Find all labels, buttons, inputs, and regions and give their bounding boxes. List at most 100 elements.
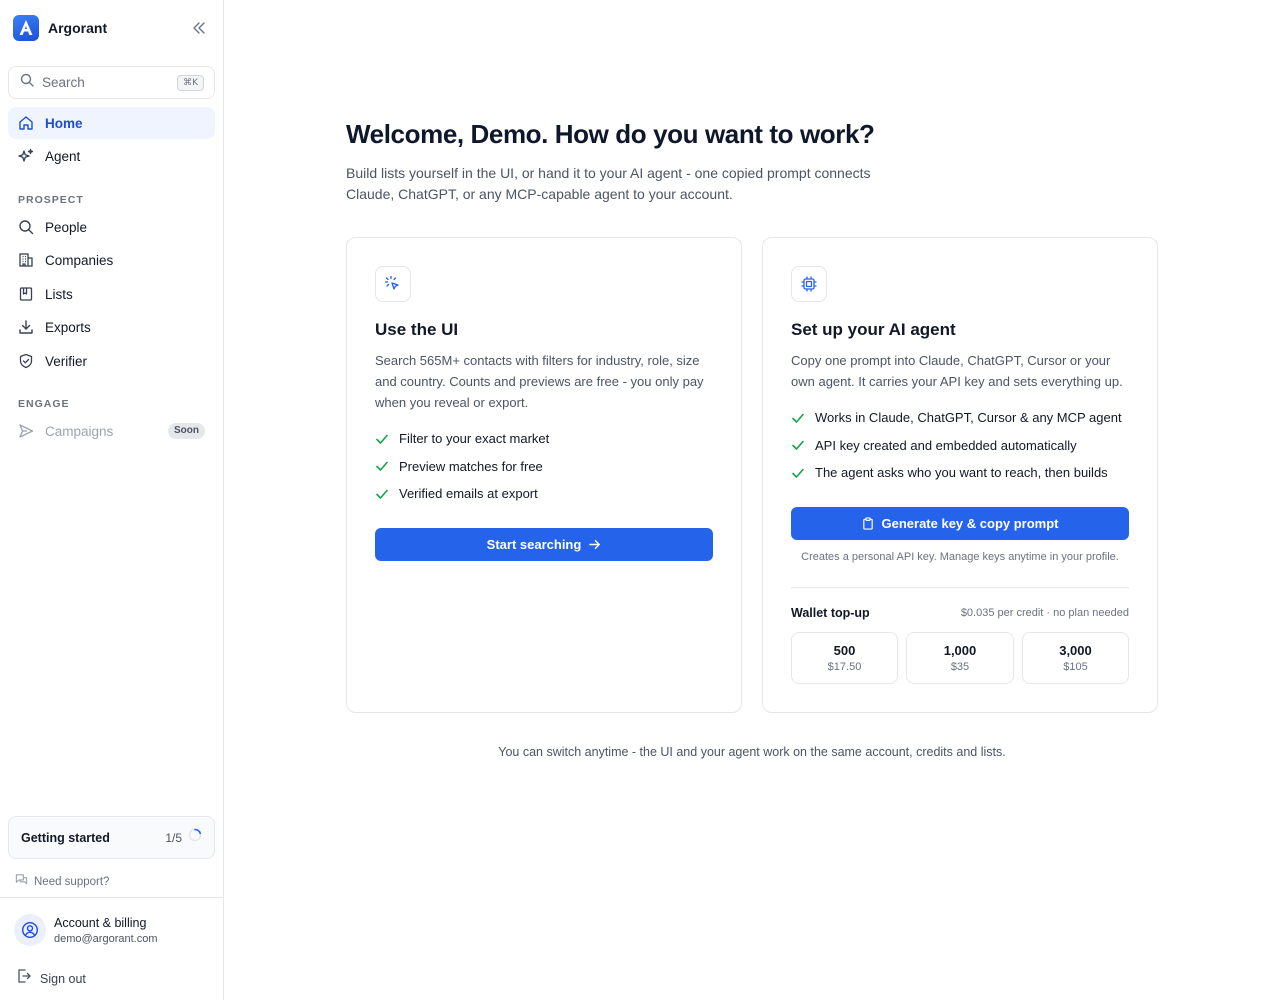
list-item: The agent asks who you want to reach, th… [791, 459, 1122, 487]
section-label-prospect: PROSPECT [18, 194, 84, 206]
sidebar-divider [0, 897, 223, 898]
card-title: Set up your AI agent [791, 320, 956, 339]
card-description: Search 565M+ contacts with filters for i… [375, 353, 704, 410]
clipboard-icon [862, 517, 874, 530]
search-input[interactable]: Search ⌘K [8, 66, 215, 99]
card-description: Copy one prompt into Claude, ChatGPT, Cu… [791, 353, 1123, 389]
search-icon [18, 219, 34, 235]
sidebar-item-home[interactable]: Home [8, 107, 215, 139]
app-name: Argorant [48, 20, 108, 36]
building-icon [18, 252, 34, 268]
getting-started-widget[interactable]: Getting started 1/5 [8, 816, 215, 859]
divider [791, 587, 1129, 588]
check-icon [375, 487, 389, 501]
sidebar-item-label: People [45, 219, 88, 235]
footer-note: You can switch anytime - the UI and your… [498, 745, 1006, 759]
check-icon [791, 411, 805, 425]
argorant-logo-icon [13, 15, 39, 41]
getting-started-title: Getting started [21, 830, 110, 845]
sidebar-item-verifier[interactable]: Verifier [8, 345, 215, 377]
sidebar-item-label: Lists [45, 286, 73, 302]
list-item: Works in Claude, ChatGPT, Cursor & any M… [791, 404, 1122, 432]
avatar [14, 914, 46, 946]
page-title: Welcome, Demo. How do you want to work? [346, 119, 875, 149]
download-icon [18, 319, 34, 335]
section-label-engage: ENGAGE [18, 398, 70, 410]
list-item: Verified emails at export [375, 480, 549, 508]
sidebar-item-people[interactable]: People [8, 211, 215, 243]
topup-option-500[interactable]: 500 $17.50 [791, 632, 898, 684]
account-billing-link[interactable]: Account & billing demo@argorant.com [14, 914, 158, 946]
list-item: API key created and embedded automatical… [791, 432, 1122, 460]
support-link[interactable]: Need support? [15, 873, 109, 891]
button-label: Generate key & copy prompt [881, 516, 1059, 531]
topup-credits: 500 [833, 643, 856, 658]
sign-out-icon [16, 968, 32, 989]
list-item: Filter to your exact market [375, 425, 549, 453]
feature-list: Filter to your exact market Preview matc… [375, 425, 549, 508]
sidebar-item-companies[interactable]: Companies [8, 244, 215, 276]
helper-text: Creates a personal API key. Manage keys … [801, 551, 1119, 563]
home-icon [18, 115, 34, 131]
feature-text: API key created and embedded automatical… [815, 437, 1077, 453]
search-icon [20, 73, 34, 92]
check-icon [791, 466, 805, 480]
topup-price: $105 [1063, 661, 1088, 673]
sidebar-item-label: Home [45, 115, 83, 131]
send-icon [18, 423, 34, 439]
list-item: Preview matches for free [375, 453, 549, 481]
generate-key-button[interactable]: Generate key & copy prompt [791, 507, 1129, 540]
account-title: Account & billing [54, 915, 147, 930]
sign-out-button[interactable]: Sign out [16, 968, 86, 989]
collapse-sidebar-icon[interactable] [190, 19, 208, 37]
sign-out-label: Sign out [40, 971, 86, 986]
progress-ring-icon [188, 828, 202, 847]
start-searching-button[interactable]: Start searching [375, 528, 713, 561]
search-shortcut: ⌘K [177, 75, 204, 91]
sparkles-icon [18, 148, 34, 164]
feature-text: Preview matches for free [399, 458, 543, 474]
sidebar: Argorant Search ⌘K Home Agent PROSPECT P… [0, 0, 224, 1000]
feature-text: Verified emails at export [399, 486, 538, 502]
feature-text: Works in Claude, ChatGPT, Cursor & any M… [815, 410, 1122, 426]
shield-check-icon [18, 353, 34, 369]
card-title: Use the UI [375, 320, 459, 339]
sidebar-item-lists[interactable]: Lists [8, 278, 215, 310]
feature-text: The agent asks who you want to reach, th… [815, 465, 1108, 481]
check-icon [375, 432, 389, 446]
sidebar-item-exports[interactable]: Exports [8, 311, 215, 343]
account-email: demo@argorant.com [54, 932, 158, 945]
wallet-rate: $0.035 per credit · no plan needed [960, 607, 1129, 619]
ai-agent-card: Set up your AI agent Copy one prompt int… [762, 237, 1158, 713]
arrow-right-icon [588, 538, 601, 551]
use-ui-card: Use the UI Search 565M+ contacts with fi… [346, 237, 742, 713]
button-label: Start searching [486, 537, 582, 552]
topup-option-3000[interactable]: 3,000 $105 [1022, 632, 1129, 684]
sidebar-item-label: Companies [45, 252, 114, 268]
feature-list: Works in Claude, ChatGPT, Cursor & any M… [791, 404, 1122, 487]
soon-badge: Soon [168, 423, 205, 439]
sidebar-item-agent[interactable]: Agent [8, 140, 215, 172]
getting-started-count: 1/5 [165, 830, 182, 845]
topup-credits: 3,000 [1059, 643, 1092, 658]
support-label: Need support? [34, 876, 110, 888]
topup-price: $17.50 [827, 661, 862, 673]
cursor-click-icon [375, 266, 411, 302]
topup-credits: 1,000 [943, 643, 977, 658]
search-placeholder: Search [42, 75, 85, 90]
feature-text: Filter to your exact market [399, 431, 550, 447]
sidebar-item-campaigns[interactable]: Campaigns Soon [8, 415, 215, 447]
topup-price: $35 [950, 661, 970, 673]
check-icon [791, 438, 805, 452]
sidebar-item-label: Verifier [45, 353, 88, 369]
wallet-topup-title: Wallet top-up [791, 606, 870, 620]
check-icon [375, 459, 389, 473]
brand[interactable]: Argorant [13, 15, 107, 41]
sidebar-item-label: Campaigns [45, 423, 114, 439]
page-subtitle: Build lists yourself in the UI, or hand … [346, 165, 871, 202]
cpu-chip-icon [791, 266, 827, 302]
sidebar-item-label: Exports [45, 319, 91, 335]
chat-bubbles-icon [15, 873, 28, 891]
topup-option-1000[interactable]: 1,000 $35 [906, 632, 1014, 684]
sidebar-item-label: Agent [45, 148, 81, 164]
